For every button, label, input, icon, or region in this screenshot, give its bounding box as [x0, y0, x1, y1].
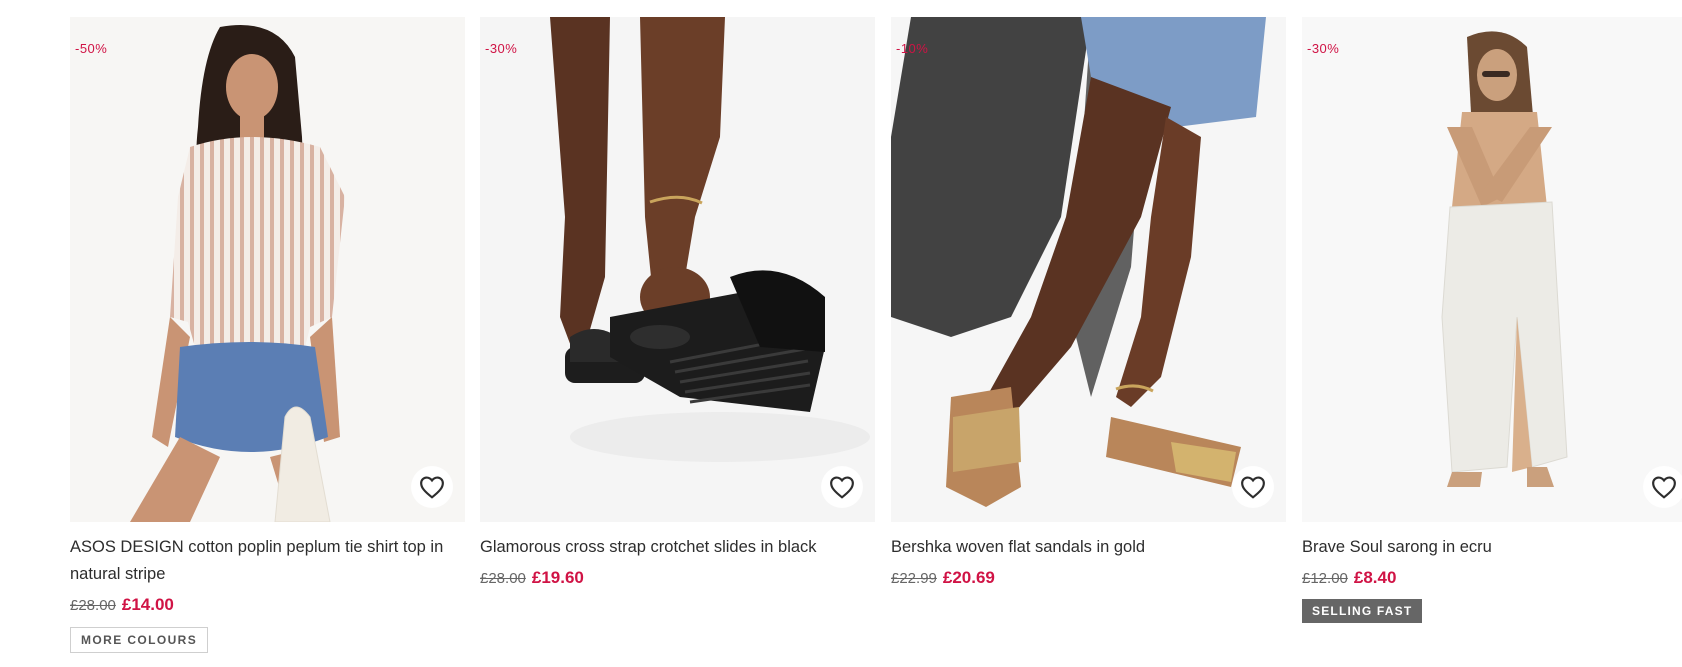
save-for-later-button[interactable] [411, 466, 453, 508]
product-image[interactable]: -30% [1302, 17, 1682, 522]
sale-price: £8.40 [1353, 568, 1397, 587]
save-for-later-button[interactable] [1232, 466, 1274, 508]
original-price: £12.00 [1302, 570, 1348, 587]
discount-badge: -30% [1307, 41, 1340, 56]
sale-price: £20.69 [942, 568, 995, 587]
discount-badge: -50% [75, 41, 108, 56]
discount-badge: -30% [485, 41, 518, 56]
product-card[interactable]: -10% Bershka woven flat sandals in gold … [891, 17, 1286, 588]
original-price: £28.00 [70, 597, 116, 614]
sale-price: £19.60 [531, 568, 584, 587]
product-photo-top [70, 17, 465, 522]
original-price: £28.00 [480, 570, 526, 587]
product-photo-sandals [891, 17, 1286, 522]
product-photo-sarong [1302, 17, 1682, 522]
product-card[interactable]: -30% Brave Soul sarong in ecru £12.00 £8… [1302, 17, 1682, 623]
product-grid: -50% ASOS DESIGN cotton poplin peplum ti… [70, 17, 1682, 667]
price-row: £22.99 £20.69 [891, 568, 1286, 588]
price-row: £28.00 £19.60 [480, 568, 875, 588]
heart-icon [829, 475, 855, 499]
price-row: £28.00 £14.00 [70, 595, 465, 615]
product-card[interactable]: -50% ASOS DESIGN cotton poplin peplum ti… [70, 17, 465, 653]
product-title[interactable]: ASOS DESIGN cotton poplin peplum tie shi… [70, 534, 465, 588]
save-for-later-button[interactable] [821, 466, 863, 508]
more-colours-button[interactable]: MORE COLOURS [70, 627, 209, 653]
original-price: £22.99 [891, 570, 937, 587]
heart-icon [419, 475, 445, 499]
price-row: £12.00 £8.40 [1302, 568, 1682, 588]
product-card[interactable]: -30% Glamorous cross strap crotchet slid… [480, 17, 875, 588]
selling-fast-badge: SELLING FAST [1302, 599, 1423, 623]
product-photo-slides [480, 17, 875, 522]
heart-icon [1651, 475, 1677, 499]
product-title[interactable]: Glamorous cross strap crotchet slides in… [480, 534, 875, 561]
heart-icon [1240, 475, 1266, 499]
discount-badge: -10% [896, 41, 929, 56]
product-image[interactable]: -10% [891, 17, 1286, 522]
product-image[interactable]: -30% [480, 17, 875, 522]
product-title[interactable]: Bershka woven flat sandals in gold [891, 534, 1286, 561]
product-title[interactable]: Brave Soul sarong in ecru [1302, 534, 1682, 561]
product-image[interactable]: -50% [70, 17, 465, 522]
save-for-later-button[interactable] [1643, 466, 1682, 508]
sale-price: £14.00 [121, 595, 174, 614]
